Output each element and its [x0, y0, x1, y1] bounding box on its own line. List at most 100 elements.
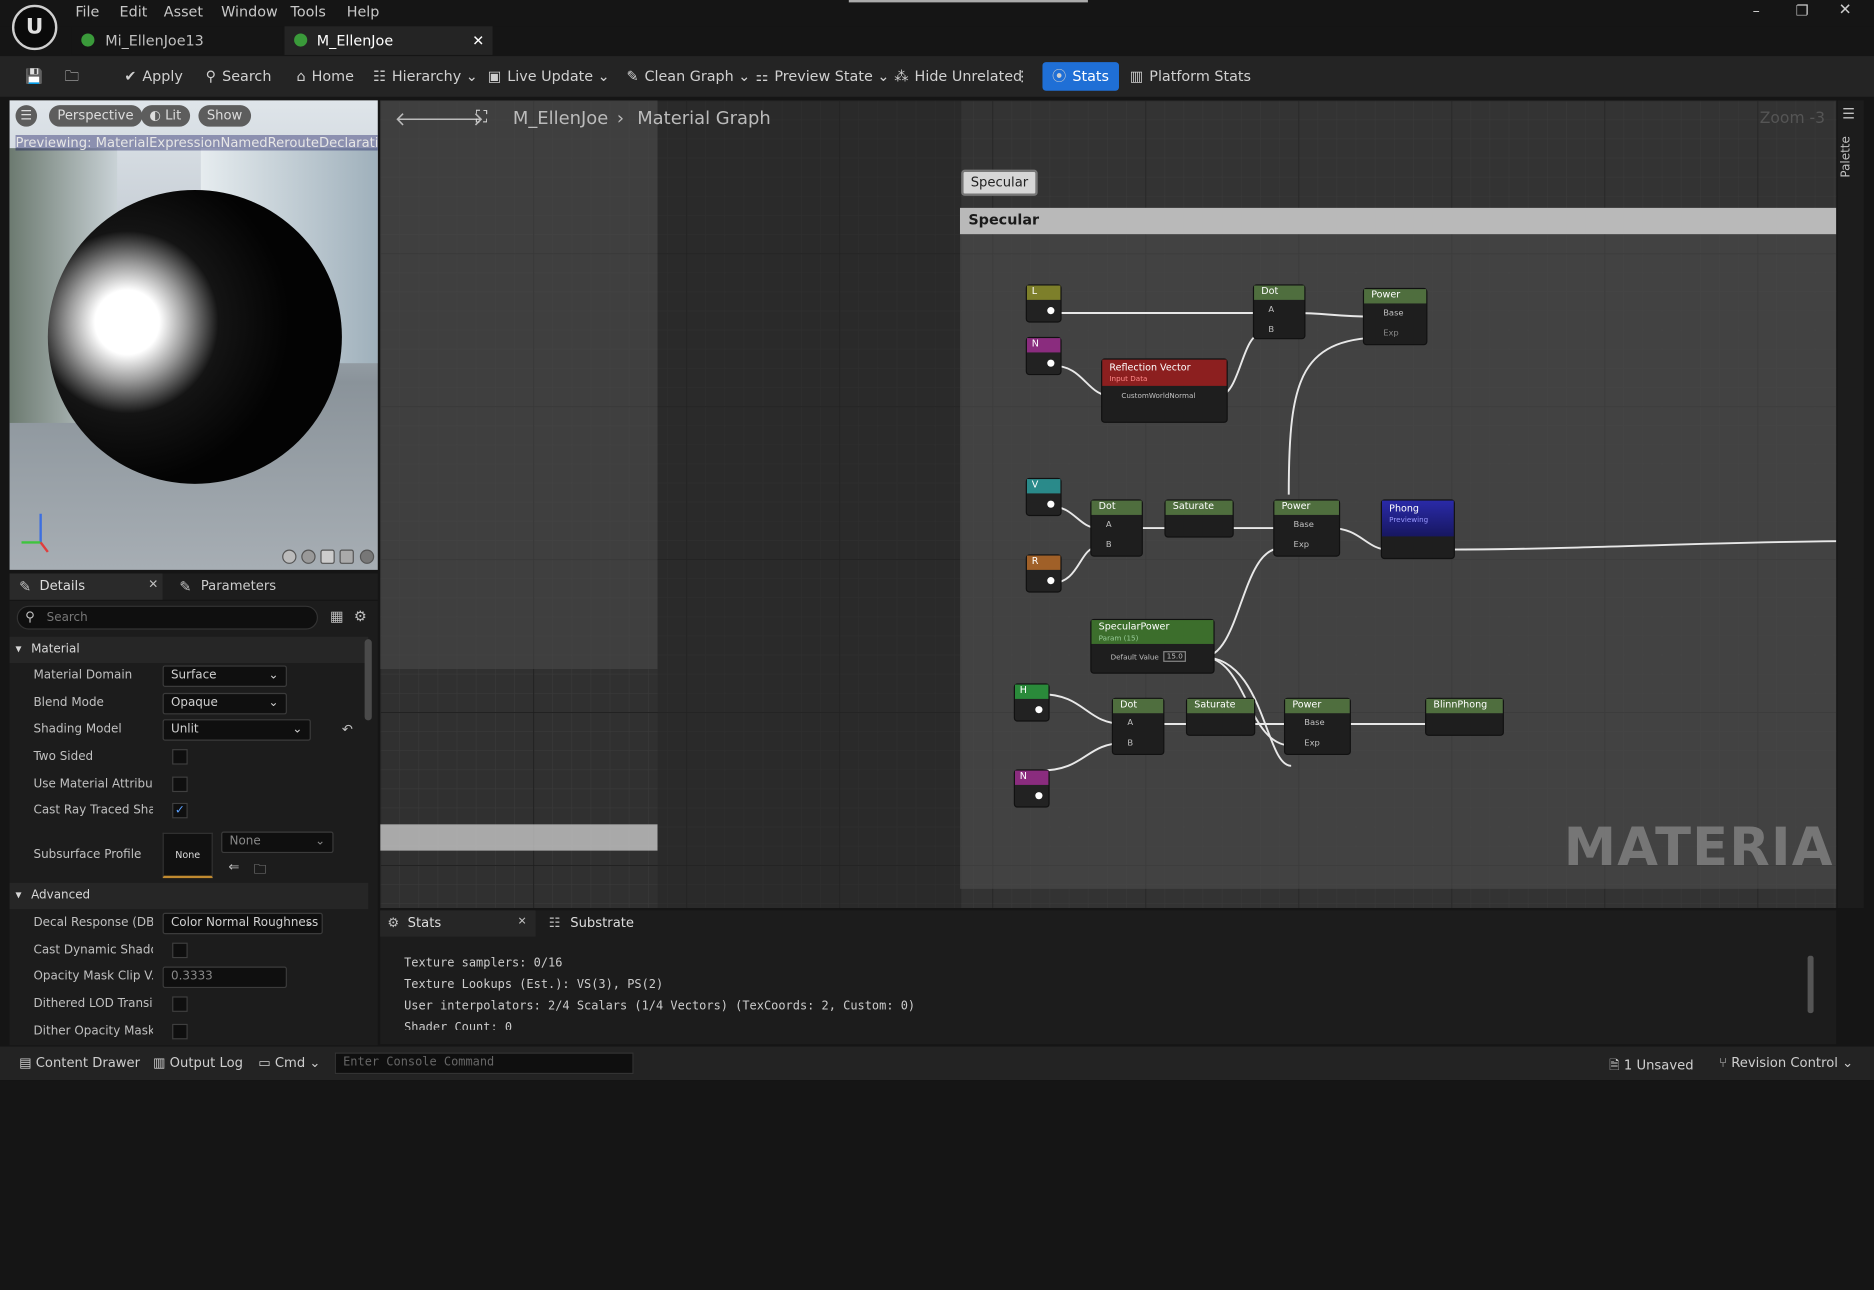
maximize-icon[interactable]: ❐: [1796, 2, 1809, 19]
dither-opacity-mask-checkbox[interactable]: [172, 1023, 188, 1040]
output-pin[interactable]: [1035, 792, 1043, 800]
output-pin[interactable]: [1047, 500, 1055, 508]
sphere-icon[interactable]: [301, 549, 316, 564]
show-button[interactable]: Show: [198, 105, 251, 127]
node-reflection-vector[interactable]: Reflection Vector Input Data CustomWorldNo…: [1101, 358, 1228, 423]
pin-exp[interactable]: Exp: [1383, 329, 1399, 339]
apply-button[interactable]: ✔ Apply: [124, 66, 183, 88]
clean-graph-button[interactable]: ✎ Clean Graph ⌄: [626, 66, 750, 88]
unsaved-button[interactable]: 🗎 1 Unsaved: [1609, 1055, 1693, 1078]
stats-button[interactable]: ⦿ Stats: [1042, 62, 1119, 91]
node-v[interactable]: V: [1025, 477, 1062, 517]
output-pin[interactable]: [1035, 706, 1043, 714]
output-pin[interactable]: [1047, 359, 1055, 367]
opacity-mask-clip-input[interactable]: 0.3333: [162, 966, 287, 989]
comment-box-bottom-header[interactable]: [380, 824, 658, 851]
tab-parameters[interactable]: Parameters: [201, 578, 276, 594]
node-l[interactable]: L: [1025, 284, 1062, 323]
close-stats-icon[interactable]: ✕: [518, 916, 527, 928]
close-tab-icon[interactable]: ✕: [472, 26, 484, 55]
pin-base[interactable]: Base: [1383, 308, 1403, 318]
search-button[interactable]: ⚲ Search: [206, 66, 272, 88]
content-drawer-button[interactable]: ▤ Content Drawer: [19, 1055, 140, 1071]
cmd-dropdown[interactable]: ▭ Cmd ⌄: [258, 1055, 320, 1071]
pin-a[interactable]: A: [1268, 305, 1274, 315]
node-h[interactable]: H: [1013, 683, 1050, 722]
tab-mi-ellenjoe13[interactable]: Mi_EllenJoe13: [71, 26, 283, 55]
settings-gear-icon[interactable]: ⚙: [354, 608, 367, 625]
unreal-logo-icon[interactable]: U: [11, 4, 58, 51]
close-details-icon[interactable]: ✕: [148, 578, 158, 591]
output-log-button[interactable]: ▥ Output Log: [153, 1055, 243, 1071]
graph-hierarchy-icon[interactable]: ⛶: [476, 108, 488, 127]
material-domain-dropdown[interactable]: Surface ⌄: [162, 665, 287, 687]
node-dot-2[interactable]: Dot A B: [1090, 499, 1143, 557]
blend-mode-dropdown[interactable]: Opaque ⌄: [162, 692, 287, 715]
preview-state-button[interactable]: ⚏ Preview State ⌄: [756, 66, 890, 88]
save-icon[interactable]: 💾: [25, 66, 43, 88]
palette-menu-icon[interactable]: ☰: [1842, 105, 1855, 122]
cylinder-icon[interactable]: [282, 549, 297, 564]
pin-exp[interactable]: Exp: [1294, 540, 1310, 550]
decal-response-dropdown[interactable]: Color Normal Roughness ⌄: [162, 912, 323, 935]
breadcrumb-page[interactable]: Material Graph: [637, 108, 771, 130]
viewport-menu-icon[interactable]: ☰: [15, 105, 37, 127]
revision-control-button[interactable]: ⑂ Revision Control ⌄: [1719, 1055, 1853, 1071]
subsurface-thumbnail[interactable]: None: [162, 832, 213, 879]
pin-a[interactable]: A: [1106, 520, 1112, 530]
two-sided-checkbox[interactable]: [172, 749, 188, 765]
node-power-3[interactable]: Power Base Exp: [1283, 697, 1351, 756]
node-n-2[interactable]: N: [1013, 769, 1050, 808]
plane-icon[interactable]: [320, 549, 336, 564]
tab-stats[interactable]: ⚙ Stats ✕: [380, 910, 536, 937]
tab-m-ellenjoe[interactable]: M_EllenJoe ✕: [284, 26, 493, 55]
specular-comment-header[interactable]: [959, 207, 1837, 235]
section-material[interactable]: ▾ Material: [9, 636, 369, 664]
cast-dynamic-shadow-checkbox[interactable]: [172, 942, 188, 959]
node-dot-1[interactable]: Dot A B: [1252, 284, 1306, 340]
material-graph[interactable]: Specular Specular MATERIAL 🡐 🡒 ⛶ M_Ellen…: [380, 100, 1837, 908]
node-r[interactable]: R: [1025, 554, 1062, 593]
pin-a[interactable]: A: [1127, 718, 1133, 728]
pin-base[interactable]: Base: [1294, 520, 1314, 530]
node-saturate-2[interactable]: Saturate: [1185, 697, 1256, 736]
pin-b[interactable]: B: [1268, 325, 1274, 335]
use-selected-icon[interactable]: ⇐: [228, 859, 239, 875]
menu-window[interactable]: Window: [221, 4, 278, 21]
menu-help[interactable]: Help: [347, 4, 380, 21]
pin-custom-world-normal[interactable]: CustomWorldNormal: [1121, 392, 1195, 400]
more-options-icon[interactable]: ⋮: [1015, 66, 1029, 88]
menu-edit[interactable]: Edit: [120, 4, 148, 21]
live-update-button[interactable]: ▣ Live Update ⌄: [488, 66, 610, 88]
details-search-input[interactable]: ⚲ Search: [16, 605, 319, 630]
browse-asset-icon[interactable]: 🗀: [253, 859, 266, 882]
hide-unrelated-button[interactable]: ⁂ Hide Unrelated: [894, 66, 1022, 88]
node-phong[interactable]: Phong Previewing: [1380, 499, 1455, 560]
close-window-icon[interactable]: ✕: [1839, 1, 1852, 19]
console-command-input[interactable]: Enter Console Command: [334, 1052, 634, 1075]
default-value-input[interactable]: 15.0: [1163, 651, 1187, 662]
details-scrollbar[interactable]: [364, 639, 372, 721]
cast-ray-traced-shadows-checkbox[interactable]: ✓: [172, 802, 188, 819]
palette-tab[interactable]: Palette: [1840, 136, 1853, 177]
browse-icon[interactable]: 🗀: [65, 66, 79, 88]
output-pin[interactable]: [1047, 577, 1055, 585]
node-blinn-phong[interactable]: BlinnPhong: [1425, 697, 1504, 736]
menu-tools[interactable]: Tools: [291, 4, 326, 21]
platform-stats-button[interactable]: ▥ Platform Stats: [1130, 66, 1251, 88]
output-pin[interactable]: [1047, 307, 1055, 315]
preview-shape-selector[interactable]: [282, 549, 375, 567]
perspective-button[interactable]: Perspective: [49, 105, 142, 127]
breadcrumb-root[interactable]: M_EllenJoe: [513, 108, 608, 130]
table-view-icon[interactable]: ▦: [330, 608, 344, 625]
menu-asset[interactable]: Asset: [164, 4, 203, 21]
pin-b[interactable]: B: [1127, 738, 1133, 748]
node-dot-3[interactable]: Dot A B: [1111, 697, 1165, 756]
comment-box-left[interactable]: [380, 100, 658, 670]
node-power-2[interactable]: Power Base Exp: [1273, 499, 1341, 557]
node-power-1[interactable]: Power Base Exp: [1362, 287, 1428, 346]
node-n[interactable]: N: [1025, 336, 1062, 376]
shading-model-dropdown[interactable]: Unlit ⌄: [162, 719, 311, 741]
comment-bubble[interactable]: Specular: [961, 169, 1038, 196]
preview-viewport[interactable]: ☰ Perspective ◐ Lit Show Previewing: Mat…: [9, 100, 378, 570]
